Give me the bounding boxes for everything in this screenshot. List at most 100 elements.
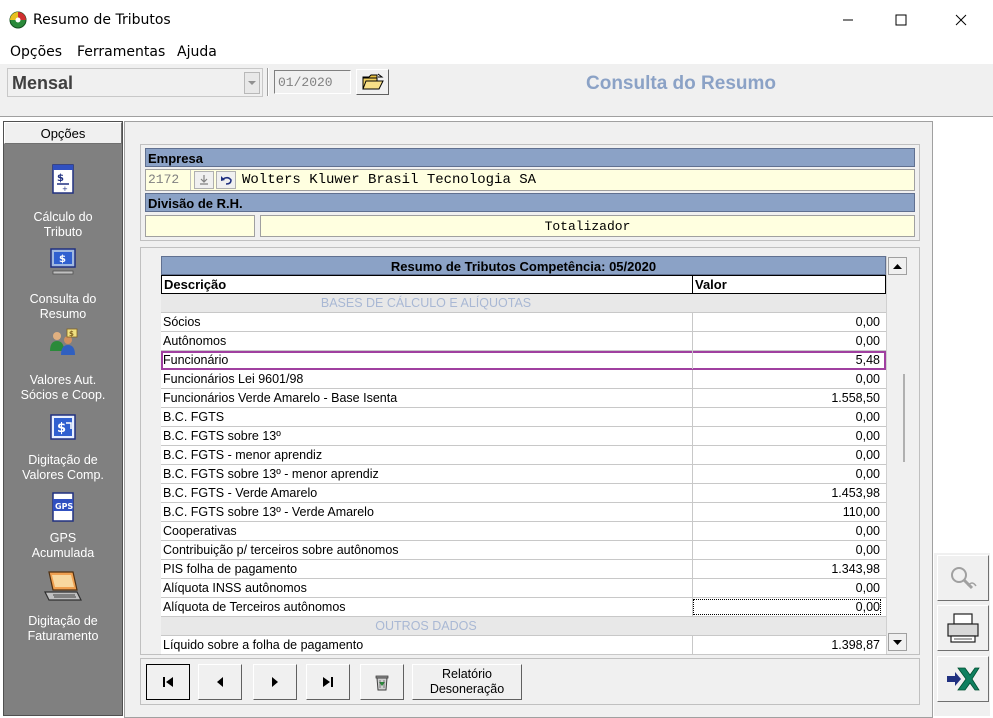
- table-row[interactable]: Sócios 0,00: [161, 313, 886, 332]
- magnifier-person-icon: [951, 567, 977, 590]
- arrow-down-icon: [893, 639, 902, 645]
- recycle-bin-icon: [375, 675, 389, 691]
- calculator-document-icon[interactable]: $ +: [47, 163, 79, 195]
- people-money-icon[interactable]: $: [47, 327, 79, 359]
- scroll-up-button[interactable]: [888, 257, 907, 275]
- close-button[interactable]: [938, 0, 984, 40]
- row-value: 0,00: [692, 313, 882, 331]
- table-row[interactable]: B.C. FGTS sobre 13º - Verde Amarelo 110,0…: [161, 503, 886, 522]
- relatorio-desoneracao-button[interactable]: Relatório Desoneração: [412, 664, 522, 700]
- relatorio-line-2: Desoneração: [429, 682, 505, 696]
- close-icon: [955, 14, 967, 26]
- open-folder-button[interactable]: [356, 69, 389, 95]
- delete-button[interactable]: [360, 664, 404, 700]
- empresa-label: Empresa: [145, 148, 915, 167]
- table-row[interactable]: B.C. FGTS 0,00: [161, 408, 886, 427]
- minimize-icon: [843, 19, 853, 21]
- table-row[interactable]: Líquido sobre a folha de pagamento 1.398,…: [161, 636, 886, 655]
- sidebar-item-label: Digitação de: [28, 614, 98, 628]
- empresa-code-field[interactable]: 2172: [146, 170, 191, 190]
- relatorio-label: Relatório Desoneração: [430, 667, 504, 697]
- sidebar-item-valores-aut[interactable]: Valores Aut. Sócios e Coop.: [4, 373, 122, 403]
- table-row[interactable]: Autônomos 0,00: [161, 332, 886, 351]
- search-person-button[interactable]: [937, 555, 989, 601]
- chevron-down-icon: [248, 80, 256, 85]
- previous-record-button[interactable]: [198, 664, 242, 700]
- row-value: 1.558,50: [692, 389, 882, 407]
- menu-ferramentas[interactable]: Ferramentas: [77, 44, 165, 60]
- division-value-field[interactable]: Totalizador: [260, 215, 915, 237]
- svg-text:$: $: [59, 254, 66, 265]
- sidebar-item-faturamento[interactable]: Digitação de Faturamento: [4, 614, 122, 644]
- print-button[interactable]: [937, 605, 989, 651]
- table-row[interactable]: Contribuição p/ terceiros sobre autônomo…: [161, 541, 886, 560]
- table-row[interactable]: Funcionários Lei 9601/98 0,00: [161, 370, 886, 389]
- sidebar-item-digitacao-valores[interactable]: Digitação de Valores Comp.: [4, 453, 122, 483]
- navigation-panel: Relatório Desoneração: [140, 658, 920, 705]
- exit-button[interactable]: [937, 656, 989, 702]
- sidebar-item-label: Tributo: [43, 225, 83, 239]
- column-header-valor[interactable]: Valor: [695, 277, 727, 292]
- table-row[interactable]: Cooperativas 0,00: [161, 522, 886, 541]
- row-description: BASES DE CÁLCULO E ALÍQUOTAS: [320, 296, 532, 310]
- next-record-button[interactable]: [253, 664, 297, 700]
- row-value: 0,00: [692, 465, 882, 483]
- table-row[interactable]: Alíquota INSS autônomos 0,00: [161, 579, 886, 598]
- row-description: Sócios: [163, 315, 201, 329]
- sidebar-item-gps[interactable]: GPS Acumulada: [4, 531, 122, 561]
- app-icon: [9, 11, 27, 29]
- empresa-row: 2172 Wolters Kluwer Brasil Tecnologia SA: [145, 169, 915, 191]
- row-value: 1.398,87: [692, 636, 882, 654]
- gps-document-icon[interactable]: GPS: [47, 491, 79, 523]
- row-value: [692, 294, 882, 312]
- scroll-down-button[interactable]: [888, 633, 907, 651]
- next-icon: [272, 677, 278, 687]
- empresa-lookup-button[interactable]: [194, 171, 214, 189]
- svg-text:+: +: [62, 185, 68, 193]
- table-row[interactable]: B.C. FGTS - menor aprendiz 0,00: [161, 446, 886, 465]
- sidebar-item-label: Acumulada: [31, 546, 95, 560]
- menu-ajuda[interactable]: Ajuda: [177, 44, 217, 60]
- row-value: 1.343,98: [692, 560, 882, 578]
- table-row[interactable]: B.C. FGTS - Verde Amarelo 1.453,98: [161, 484, 886, 503]
- empresa-panel: Empresa 2172 Wolters Kluwer Brasil Tecno…: [140, 144, 920, 241]
- printer-icon: [947, 613, 979, 643]
- row-description: B.C. FGTS - Verde Amarelo: [163, 486, 318, 500]
- division-code-field[interactable]: [145, 215, 255, 237]
- table-row[interactable]: Funcionários Verde Amarelo - Base Isenta…: [161, 389, 886, 408]
- grid-scrollbar[interactable]: [886, 256, 907, 654]
- column-header-descricao[interactable]: Descrição: [164, 277, 226, 292]
- first-record-button[interactable]: [146, 664, 190, 700]
- sidebar-item-calculo[interactable]: Cálculo do Tributo: [4, 210, 122, 240]
- period-dropdown-button[interactable]: [244, 72, 260, 94]
- table-row[interactable]: Alíquota de Terceiros autônomos 0,00: [161, 598, 886, 617]
- grid-section-row[interactable]: OUTROS DADOS: [161, 617, 886, 636]
- table-row[interactable]: B.C. FGTS sobre 13º - menor aprendiz 0,00: [161, 465, 886, 484]
- sidebar-item-label: Cálculo do: [33, 210, 93, 224]
- column-divider: [692, 276, 693, 293]
- table-row[interactable]: B.C. FGTS sobre 13º 0,00: [161, 427, 886, 446]
- grid-section-row[interactable]: BASES DE CÁLCULO E ALÍQUOTAS: [161, 294, 886, 313]
- sidebar-item-consulta[interactable]: Consulta do Resumo: [4, 292, 122, 322]
- table-row[interactable]: Funcionário 5,48: [161, 351, 886, 370]
- row-description: Alíquota de Terceiros autônomos: [163, 600, 346, 614]
- maximize-button[interactable]: [878, 0, 924, 40]
- tributos-grid[interactable]: Resumo de Tributos Competência: 05/2020 …: [161, 256, 907, 655]
- minimize-button[interactable]: [825, 0, 871, 40]
- row-description: Funcionários Lei 9601/98: [163, 372, 304, 386]
- laptop-icon[interactable]: [43, 570, 83, 604]
- row-description: Alíquota INSS autônomos: [163, 581, 307, 595]
- competencia-date-field[interactable]: 01/2020: [274, 70, 351, 94]
- toolbar-separator: [267, 68, 269, 96]
- period-select[interactable]: Mensal: [7, 68, 263, 97]
- row-description: Cooperativas: [163, 524, 237, 538]
- last-record-button[interactable]: [306, 664, 350, 700]
- first-record-icon: [163, 677, 173, 687]
- table-row[interactable]: PIS folha de pagamento 1.343,98: [161, 560, 886, 579]
- dollar-entry-icon[interactable]: $: [47, 411, 79, 443]
- menu-opcoes[interactable]: Opções: [10, 44, 62, 60]
- empresa-undo-button[interactable]: [216, 171, 236, 189]
- grid-header: Descrição Valor: [161, 275, 886, 294]
- computer-dollar-icon[interactable]: $: [47, 245, 79, 277]
- scroll-thumb[interactable]: [890, 374, 905, 462]
